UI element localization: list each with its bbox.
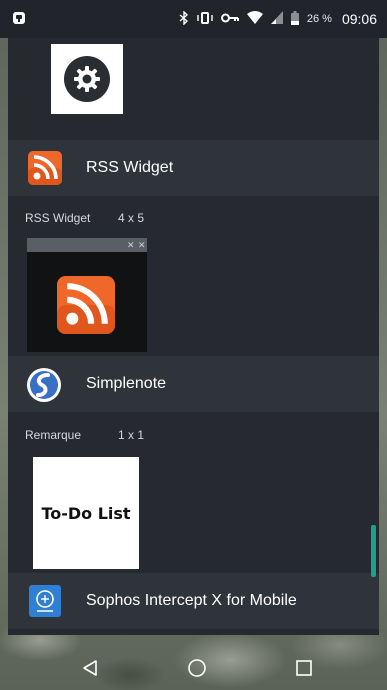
vpn-key-icon (220, 12, 239, 27)
widget-size: 4 x 5 (118, 211, 145, 225)
recents-button[interactable] (293, 657, 315, 679)
sophos-icon (29, 585, 61, 617)
preview-text: To-Do List (41, 503, 131, 523)
battery-icon (290, 10, 299, 28)
simplenote-icon (26, 367, 61, 402)
app-header-sophos: Sophos Intercept X for Mobile (8, 573, 379, 629)
widget-name: Remarque (25, 428, 82, 442)
app-header-simplenote: Simplenote (8, 356, 379, 412)
rss-widget-preview[interactable]: ✕ ✕ (27, 238, 147, 352)
widget-size: 1 x 1 (118, 428, 145, 442)
notification-icon (12, 11, 26, 28)
close-icon: ✕ (127, 240, 135, 250)
status-bar: 26 % 09:06 (0, 0, 387, 38)
simplenote-widget-preview[interactable]: To-Do List (33, 457, 139, 569)
signal-icon (270, 11, 283, 27)
widget-name: RSS Widget (25, 211, 91, 225)
close-icon: ✕ (138, 240, 146, 250)
preview-title-bar: ✕ ✕ (27, 238, 147, 252)
app-name: RSS Widget (86, 159, 174, 176)
gear-icon (64, 56, 110, 102)
home-button[interactable] (186, 657, 208, 679)
widget-meta-simplenote: Remarque 1 x 1 (25, 428, 144, 442)
scrollbar-thumb[interactable] (371, 525, 376, 577)
vibrate-icon (197, 11, 213, 28)
rss-icon (28, 151, 62, 185)
wifi-icon (246, 11, 263, 27)
widget-list-panel[interactable]: RSS Widget RSS Widget 4 x 5 ✕ ✕ Simpleno… (8, 38, 379, 635)
rss-icon (57, 276, 115, 334)
battery-percent: 26 % (306, 13, 332, 25)
widget-meta-rss: RSS Widget 4 x 5 (25, 211, 144, 225)
navigation-bar (0, 645, 387, 690)
settings-widget-preview[interactable] (51, 44, 123, 114)
back-button[interactable] (79, 657, 101, 679)
app-header-rss-widget: RSS Widget (8, 140, 379, 196)
app-name: Sophos Intercept X for Mobile (86, 592, 297, 609)
bluetooth-icon (179, 9, 189, 28)
app-name: Simplenote (86, 375, 167, 392)
clock: 09:06 (341, 11, 377, 27)
